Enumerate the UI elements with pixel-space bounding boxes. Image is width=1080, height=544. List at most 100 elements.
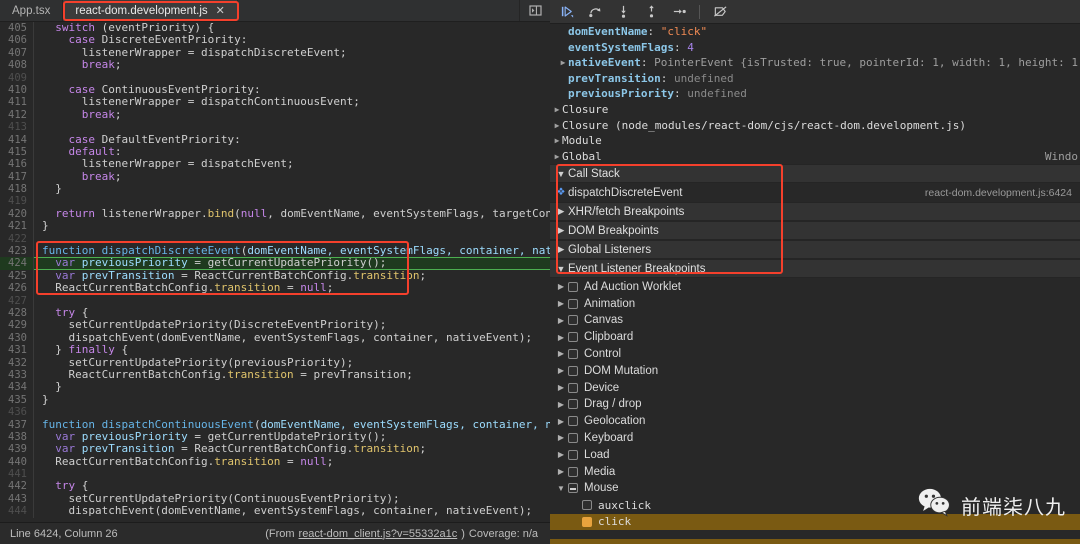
chevron-right-icon[interactable]: ▶ <box>554 206 568 217</box>
scope-variable-row[interactable]: ▶previousPriority: undefined <box>550 86 1080 102</box>
category-checkbox[interactable] <box>568 348 578 359</box>
line-number[interactable]: 435 <box>0 393 34 407</box>
line-number[interactable]: 438 <box>0 430 34 444</box>
event-breakpoint-category[interactable]: ▶ Media <box>550 463 1080 480</box>
code-line[interactable]: 417 break; <box>0 170 550 184</box>
section-xhr-fetch-breakpoints[interactable]: ▶ XHR/fetch Breakpoints <box>550 202 1080 222</box>
line-number[interactable]: 414 <box>0 133 34 146</box>
line-number[interactable]: 416 <box>0 158 34 171</box>
line-number[interactable]: 432 <box>0 356 34 369</box>
category-checkbox[interactable] <box>568 365 578 376</box>
line-number[interactable]: 434 <box>0 381 34 394</box>
line-number[interactable]: 436 <box>0 406 34 419</box>
code-editor[interactable]: 405 switch (eventPriority) {406 case Dis… <box>0 22 550 522</box>
call-stack-frame[interactable]: ❖ dispatchDiscreteEvent react-dom.developm… <box>550 183 1080 202</box>
code-line[interactable]: 433 ReactCurrentBatchConfig.transition =… <box>0 368 550 382</box>
tab-app-tsx[interactable]: App.tsx <box>0 0 64 21</box>
tab-react-dom-development-js[interactable]: react-dom.development.js ✕ <box>63 0 238 21</box>
chevron-right-icon[interactable]: ▶ <box>554 282 568 291</box>
event-breakpoint-category[interactable]: ▶ Device <box>550 379 1080 396</box>
chevron-right-icon[interactable]: ▶ <box>554 316 568 325</box>
scope-node-row[interactable]: ▶ Module <box>550 133 1080 149</box>
section-call-stack[interactable]: ▼ Call Stack <box>550 164 1080 184</box>
line-number[interactable]: 444 <box>0 505 34 518</box>
category-checkbox[interactable] <box>568 315 578 326</box>
chevron-down-icon[interactable]: ▼ <box>554 169 568 179</box>
line-number[interactable]: 425 <box>0 269 34 283</box>
line-number[interactable]: 427 <box>0 294 34 307</box>
line-number[interactable]: 411 <box>0 96 34 109</box>
scope-variable-row[interactable]: ▶eventSystemFlags: 4 <box>550 40 1080 56</box>
section-global-listeners[interactable]: ▶ Global Listeners <box>550 240 1080 260</box>
resume-icon[interactable] <box>554 1 580 23</box>
event-breakpoint-category[interactable]: ▶ Ad Auction Worklet <box>550 278 1080 295</box>
chevron-right-icon[interactable]: ▶ <box>554 333 568 342</box>
step-icon[interactable] <box>666 1 692 23</box>
category-checkbox[interactable] <box>568 483 578 494</box>
category-checkbox[interactable] <box>568 298 578 309</box>
line-number[interactable]: 405 <box>0 22 34 35</box>
code-line[interactable]: 426 ReactCurrentBatchConfig.transition =… <box>0 282 550 295</box>
line-number[interactable]: 439 <box>0 443 34 456</box>
deactivate-breakpoints-icon[interactable] <box>707 1 733 23</box>
chevron-right-icon[interactable]: ▶ <box>554 450 568 459</box>
line-number[interactable]: 420 <box>0 207 34 221</box>
line-number[interactable]: 443 <box>0 492 34 506</box>
debugger-sections[interactable]: ▶domEventName: "click"▶eventSystemFlags:… <box>550 24 1080 544</box>
chevron-right-icon[interactable]: ▶ <box>554 417 568 426</box>
code-line[interactable]: 408 break; <box>0 58 550 72</box>
scope-node-row[interactable]: ▶ Closure <box>550 102 1080 118</box>
event-breakpoint-category[interactable]: ▶ Load <box>550 446 1080 463</box>
close-icon[interactable]: ✕ <box>216 4 225 17</box>
event-breakpoint-category[interactable]: ▶ Animation <box>550 295 1080 312</box>
line-number[interactable]: 412 <box>0 108 34 122</box>
line-number[interactable]: 429 <box>0 319 34 332</box>
scope-variable-row[interactable]: ▶prevTransition: undefined <box>550 71 1080 87</box>
category-checkbox[interactable] <box>568 432 578 443</box>
line-number[interactable]: 431 <box>0 344 34 357</box>
step-out-icon[interactable] <box>638 1 664 23</box>
code-line[interactable]: 420 return listenerWrapper.bind(null, do… <box>0 207 550 221</box>
chevron-right-icon[interactable]: ▶ <box>552 133 562 149</box>
chevron-right-icon[interactable]: ▶ <box>552 102 562 118</box>
line-number[interactable]: 410 <box>0 83 34 97</box>
chevron-right-icon[interactable]: ▶ <box>554 400 568 409</box>
event-checkbox[interactable] <box>582 500 592 511</box>
line-number[interactable]: 409 <box>0 71 34 84</box>
chevron-right-icon[interactable]: ▶ <box>554 366 568 375</box>
event-breakpoint-category[interactable]: ▶ Geolocation <box>550 413 1080 430</box>
line-number[interactable]: 422 <box>0 232 34 246</box>
event-breakpoint-category[interactable]: ▶ DOM Mutation <box>550 362 1080 379</box>
line-number[interactable]: 413 <box>0 121 34 134</box>
event-breakpoint-category[interactable]: ▶ Clipboard <box>550 329 1080 346</box>
category-checkbox[interactable] <box>568 399 578 410</box>
chevron-down-icon[interactable]: ▼ <box>554 484 568 493</box>
event-breakpoint-category[interactable]: ▼ Mouse <box>550 480 1080 497</box>
line-number[interactable]: 433 <box>0 368 34 382</box>
code-line[interactable]: 418 } <box>0 182 550 196</box>
chevron-right-icon[interactable]: ▶ <box>554 299 568 308</box>
line-number[interactable]: 418 <box>0 183 34 196</box>
source-map-link[interactable]: react-dom_client.js?v=55332a1c <box>299 528 458 540</box>
step-into-icon[interactable] <box>610 1 636 23</box>
category-checkbox[interactable] <box>568 382 578 393</box>
chevron-right-icon[interactable]: ▶ <box>554 467 568 476</box>
line-number[interactable]: 417 <box>0 170 34 184</box>
chevron-right-icon[interactable]: ▶ <box>554 383 568 392</box>
code-line[interactable]: 435} <box>0 393 550 407</box>
category-checkbox[interactable] <box>568 416 578 427</box>
chevron-right-icon[interactable]: ▶ <box>554 433 568 442</box>
code-line[interactable]: 440 ReactCurrentBatchConfig.transition =… <box>0 455 550 469</box>
event-breakpoint-category[interactable]: ▶ Keyboard <box>550 430 1080 447</box>
scope-node-row[interactable]: ▶ Closure (node_modules/react-dom/cjs/rea… <box>550 118 1080 134</box>
scope-variable-row[interactable]: ▶domEventName: "click" <box>550 24 1080 40</box>
line-number[interactable]: 430 <box>0 331 34 345</box>
code-line[interactable]: 421} <box>0 220 550 233</box>
line-number[interactable]: 437 <box>0 418 34 431</box>
event-breakpoint-item[interactable]: auxclick <box>550 497 1080 514</box>
event-breakpoint-category[interactable]: ▶ Canvas <box>550 312 1080 329</box>
chevron-right-icon[interactable]: ▶ <box>554 225 568 236</box>
show-navigator-icon[interactable] <box>520 0 550 21</box>
category-checkbox[interactable] <box>568 332 578 343</box>
step-over-icon[interactable] <box>582 1 608 23</box>
